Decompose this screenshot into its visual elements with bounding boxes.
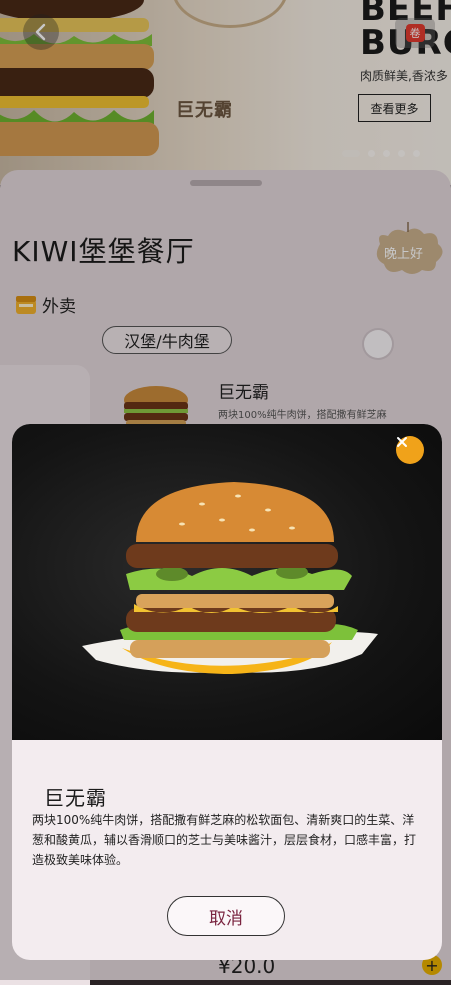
close-button[interactable] <box>396 436 424 464</box>
product-detail-modal: 巨无霸 两块100%纯牛肉饼，搭配撒有鲜芝麻的松软面包、清新爽口的生菜、洋葱和酸… <box>12 424 442 960</box>
close-icon <box>397 437 407 447</box>
cancel-button[interactable]: 取消 <box>167 896 285 936</box>
big-mac-image <box>82 482 378 674</box>
product-title: 巨无霸 <box>44 786 107 810</box>
product-photo <box>12 424 442 740</box>
product-description: 两块100%纯牛肉饼，搭配撒有鲜芝麻的松软面包、清新爽口的生菜、洋葱和酸黄瓜，辅… <box>32 813 417 867</box>
